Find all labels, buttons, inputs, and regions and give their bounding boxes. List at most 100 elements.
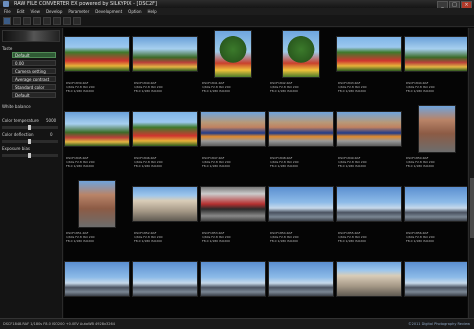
thumbnail-line3: F8.0 1/180 ISO200 <box>134 239 162 243</box>
control-panel: Taste Default 0.00 Camera setting Averag… <box>0 28 63 318</box>
thumbnail-item[interactable] <box>268 253 334 318</box>
preview-view-icon[interactable] <box>63 16 71 25</box>
thumbnail-image[interactable] <box>64 261 130 297</box>
thumbnail-image[interactable] <box>132 186 198 222</box>
menu-view[interactable]: View <box>30 8 40 15</box>
thumbnail-line3: F8.0 1/180 ISO200 <box>66 89 94 93</box>
save-icon[interactable] <box>13 16 21 25</box>
thumbnail-image[interactable] <box>200 261 266 297</box>
contrast-select[interactable]: Average contrast <box>12 76 56 82</box>
color-temp-label: Color temperature <box>2 118 39 123</box>
rotate-right-icon[interactable] <box>43 16 51 25</box>
thumbnail-image[interactable] <box>268 261 334 297</box>
thumbnail-line3: F8.0 1/180 ISO200 <box>406 89 434 93</box>
thumbnail-image[interactable] <box>268 186 334 222</box>
thumbnail-item[interactable]: DSCF1846.RAF 1/60s F2.8 ISO 200 F8.0 1/180… <box>132 103 198 176</box>
thumbnail-image[interactable] <box>336 111 402 147</box>
thumbnail-image[interactable] <box>78 180 116 228</box>
thumbnail-image[interactable] <box>404 261 467 297</box>
develop-icon[interactable] <box>23 16 31 25</box>
thumbnail-image[interactable] <box>132 261 198 297</box>
zoom-icon[interactable] <box>73 16 81 25</box>
thumbnail-image[interactable] <box>200 186 266 222</box>
thumbnail-item[interactable]: DSCF1840.RAF 1/60s F2.8 ISO 200 F8.0 1/180… <box>132 28 198 101</box>
thumbnail-caption: DSCF1854.RAF 1/60s F2.8 ISO 200 F8.0 1/180… <box>270 231 299 243</box>
thumbnail-item[interactable]: DSCF1851.RAF 1/60s F2.8 ISO 200 F8.0 1/180… <box>64 178 130 251</box>
thumbnail-caption: DSCF1851.RAF 1/60s F2.8 ISO 200 F8.0 1/180… <box>66 231 95 243</box>
thumbnail-caption: DSCF1846.RAF 1/60s F2.8 ISO 200 F8.0 1/180… <box>134 156 163 168</box>
thumbnail-item[interactable]: DSCF1854.RAF 1/60s F2.8 ISO 200 F8.0 1/180… <box>268 178 334 251</box>
thumbnail-caption: DSCF1856.RAF 1/60s F2.8 ISO 200 F8.0 1/180… <box>406 231 435 243</box>
menu-development[interactable]: Development <box>95 8 122 15</box>
menu-option[interactable]: Option <box>128 8 141 15</box>
thumbnail-image[interactable] <box>64 111 130 147</box>
exposure-slider[interactable] <box>2 153 58 158</box>
thumbnail-image[interactable] <box>282 30 320 78</box>
thumbnail-item[interactable]: DSCF1850.RAF 1/60s F2.8 ISO 200 F8.0 1/180… <box>404 103 467 176</box>
thumbnail-image[interactable] <box>200 111 266 147</box>
menu-file[interactable]: File <box>4 8 11 15</box>
app-icon <box>3 1 9 7</box>
thumbnail-image[interactable] <box>336 261 402 297</box>
thumbnail-item[interactable]: DSCF1841.RAF 1/60s F2.8 ISO 200 F8.0 1/180… <box>200 28 266 101</box>
thumbnail-image[interactable] <box>64 36 130 72</box>
thumbnail-item[interactable]: DSCF1845.RAF 1/60s F2.8 ISO 200 F8.0 1/180… <box>64 103 130 176</box>
thumbnail-line3: F8.0 1/180 ISO200 <box>338 89 366 93</box>
thumbnail-image[interactable] <box>336 186 402 222</box>
thumbnail-item[interactable]: DSCF1852.RAF 1/60s F2.8 ISO 200 F8.0 1/180… <box>132 178 198 251</box>
color-select[interactable]: Standard color <box>12 84 56 90</box>
menu-edit[interactable]: Edit <box>17 8 25 15</box>
taste-select[interactable]: Default <box>12 52 56 58</box>
thumbnail-item[interactable] <box>336 253 402 318</box>
thumbnail-image[interactable] <box>336 36 402 72</box>
thumbnail-caption: DSCF1843.RAF 1/60s F2.8 ISO 200 F8.0 1/180… <box>338 81 367 93</box>
thumbnail-item[interactable]: DSCF1839.RAF 1/60s F2.8 ISO 200 F8.0 1/180… <box>64 28 130 101</box>
thumbnail-image[interactable] <box>214 30 252 78</box>
thumbnail-item[interactable]: DSCF1844.RAF 1/60s F2.8 ISO 200 F8.0 1/180… <box>404 28 467 101</box>
thumbnail-item[interactable] <box>64 253 130 318</box>
thumbnail-item[interactable]: DSCF1853.RAF 1/60s F2.8 ISO 200 F8.0 1/180… <box>200 178 266 251</box>
thumbnail-image[interactable] <box>404 36 467 72</box>
window-title: RAW FILE CONVERTER EX powered by SILKYPI… <box>14 1 158 7</box>
thumbnail-line3: F8.0 1/180 ISO200 <box>134 89 162 93</box>
thumbnail-item[interactable]: DSCF1855.RAF 1/60s F2.8 ISO 200 F8.0 1/180… <box>336 178 402 251</box>
sharpness-select[interactable]: Default <box>12 92 56 98</box>
thumbnail-item[interactable] <box>404 253 467 318</box>
thumbnail-item[interactable]: DSCF1847.RAF 1/60s F2.8 ISO 200 F8.0 1/180… <box>200 103 266 176</box>
thumbnail-item[interactable]: DSCF1843.RAF 1/60s F2.8 ISO 200 F8.0 1/180… <box>336 28 402 101</box>
status-bar: DSCF1848.RAF 1/180s F8.0 ISO200 +0.0EV A… <box>0 318 474 329</box>
thumbnail-item[interactable]: DSCF1842.RAF 1/60s F2.8 ISO 200 F8.0 1/180… <box>268 28 334 101</box>
thumbnail-caption: DSCF1852.RAF 1/60s F2.8 ISO 200 F8.0 1/180… <box>134 231 163 243</box>
menu-parameter[interactable]: Parameter <box>68 8 89 15</box>
vertical-scrollbar[interactable] <box>468 28 474 318</box>
wb-label: White balance <box>2 104 31 109</box>
thumbnail-view-icon[interactable] <box>53 16 61 25</box>
camera-setting-select[interactable]: Camera setting <box>12 68 56 74</box>
thumbnail-line3: F8.0 1/180 ISO200 <box>406 239 434 243</box>
tint-value: 0 <box>50 132 53 137</box>
color-temp-slider[interactable] <box>2 125 58 130</box>
open-folder-icon[interactable] <box>3 16 11 25</box>
thumbnail-item[interactable] <box>132 253 198 318</box>
menu-help[interactable]: Help <box>148 8 157 15</box>
exposure-label: Exposure bias <box>2 146 30 151</box>
scroll-thumb[interactable] <box>470 178 474 238</box>
thumbnail-caption: DSCF1847.RAF 1/60s F2.8 ISO 200 F8.0 1/180… <box>202 156 231 168</box>
thumbnail-item[interactable] <box>200 253 266 318</box>
tint-slider[interactable] <box>2 139 58 144</box>
thumbnail-image[interactable] <box>404 186 467 222</box>
thumbnail-image[interactable] <box>268 111 334 147</box>
rotate-left-icon[interactable] <box>33 16 41 25</box>
thumbnail-item[interactable]: DSCF1856.RAF 1/60s F2.8 ISO 200 F8.0 1/180… <box>404 178 467 251</box>
thumbnail-item[interactable]: DSCF1849.RAF 1/60s F2.8 ISO 200 F8.0 1/180… <box>336 103 402 176</box>
thumbnail-image[interactable] <box>418 105 456 153</box>
thumbnail-image[interactable] <box>132 36 198 72</box>
thumbnail-line3: F8.0 1/180 ISO200 <box>66 239 94 243</box>
menu-develop[interactable]: Develop <box>46 8 62 15</box>
thumbnail-caption: DSCF1849.RAF 1/60s F2.8 ISO 200 F8.0 1/180… <box>338 156 367 168</box>
thumbnail-caption: DSCF1848.RAF 1/60s F2.8 ISO 200 F8.0 1/180… <box>270 156 299 168</box>
thumbnail-item[interactable]: DSCF1848.RAF 1/60s F2.8 ISO 200 F8.0 1/180… <box>268 103 334 176</box>
thumbnail-caption: DSCF1842.RAF 1/60s F2.8 ISO 200 F8.0 1/180… <box>270 81 299 93</box>
exposure-select[interactable]: 0.00 <box>12 60 56 66</box>
thumbnail-image[interactable] <box>132 111 198 147</box>
